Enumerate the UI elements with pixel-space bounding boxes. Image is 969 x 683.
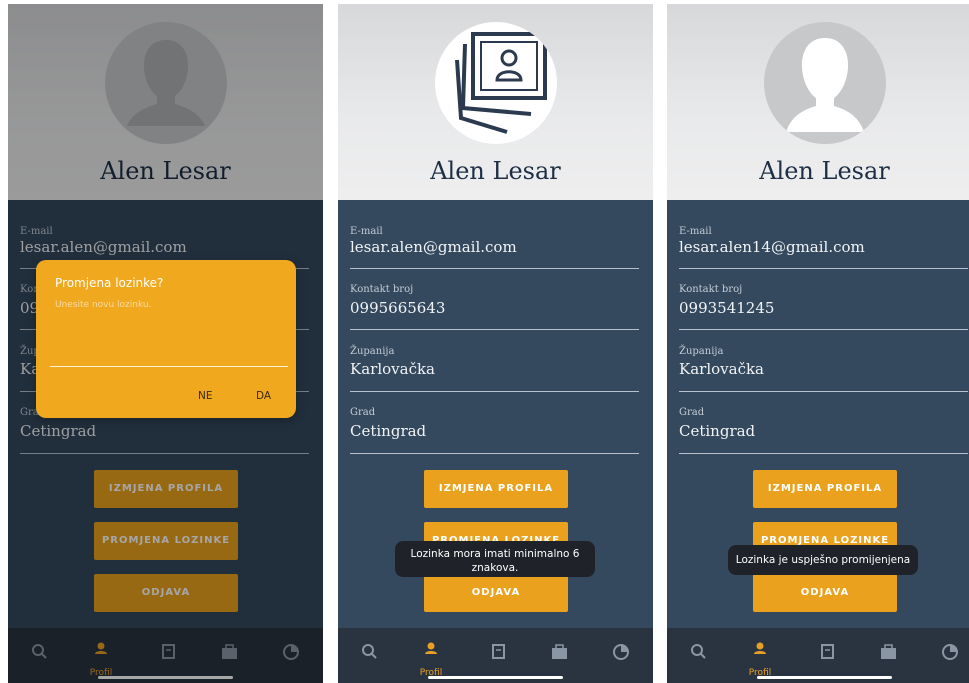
email-value: lesar.alen14@gmail.com (679, 238, 865, 256)
toast-message: Lozinka mora imati minimalno 6 znakova. (395, 541, 595, 577)
change-password-dialog: Promjena lozinke? Unesite novu lozinku. … (36, 260, 296, 418)
nav-jobs[interactable] (873, 640, 903, 664)
phone-screen-3: Alen Lesar E-mail lesar.alen14@gmail.com… (667, 4, 969, 683)
phone-label: Kontakt broj (679, 284, 743, 295)
phone-value: 0995665643 (350, 299, 446, 317)
pie-chart-icon (613, 644, 629, 660)
nav-search[interactable] (684, 640, 714, 664)
briefcase-icon (881, 644, 896, 659)
input-underline (50, 366, 288, 367)
county-value: Karlovačka (679, 360, 764, 378)
dialog-no-button[interactable]: NE (198, 390, 213, 402)
toast-line-2: znakova. (471, 562, 519, 574)
nav-documents[interactable] (483, 640, 513, 664)
search-icon (362, 644, 377, 659)
search-icon (691, 644, 706, 659)
person-icon (754, 642, 766, 654)
photo-gallery-icon (454, 32, 547, 134)
bottom-nav: Profil (667, 628, 969, 683)
county-label: Županija (350, 346, 395, 357)
city-value: Cetingrad (679, 422, 756, 440)
profile-name: Alen Lesar (759, 157, 890, 185)
email-label: E-mail (350, 226, 383, 237)
nav-jobs[interactable] (544, 640, 574, 664)
county-value: Karlovačka (350, 360, 435, 378)
divider (679, 329, 968, 330)
city-value: Cetingrad (350, 422, 427, 440)
profile-name: Alen Lesar (430, 157, 561, 185)
nav-search[interactable] (355, 640, 385, 664)
dialog-yes-button[interactable]: DA (256, 390, 271, 402)
documents-icon (492, 644, 505, 659)
city-label: Grad (350, 407, 376, 418)
phone-screen-1: Alen Lesar E-mail lesar.alen@gmail.com K… (8, 4, 323, 683)
avatar[interactable] (434, 22, 557, 144)
nav-stats[interactable] (935, 640, 965, 664)
briefcase-icon (552, 644, 567, 659)
avatar[interactable] (763, 22, 886, 144)
county-label: Županija (679, 346, 724, 357)
logout-button[interactable]: ODJAVA (424, 574, 568, 612)
divider (350, 268, 639, 269)
profile-header: Alen Lesar (667, 4, 969, 200)
divider (679, 391, 968, 392)
nav-profile[interactable]: Profil (416, 640, 446, 678)
edit-profile-button[interactable]: IZMJENA PROFILA (753, 470, 897, 508)
phone-screen-2: Alen Lesar E-mail lesar.alen@gmail.com K… (338, 4, 653, 683)
email-label: E-mail (679, 226, 712, 237)
divider (679, 268, 968, 269)
divider (350, 453, 639, 454)
email-value: lesar.alen@gmail.com (350, 238, 517, 256)
phone-value: 0993541245 (679, 299, 775, 317)
edit-profile-button[interactable]: IZMJENA PROFILA (424, 470, 568, 508)
pie-chart-icon (942, 644, 958, 660)
bottom-nav: Profil (338, 628, 653, 683)
divider (679, 453, 968, 454)
city-label: Grad (679, 407, 705, 418)
dialog-title: Promjena lozinke? (55, 276, 164, 290)
person-icon (425, 642, 437, 654)
nav-stats[interactable] (606, 640, 636, 664)
logout-button[interactable]: ODJAVA (753, 574, 897, 612)
person-silhouette-icon (785, 38, 864, 132)
toast-line-1: Lozinka mora imati minimalno 6 (410, 548, 580, 560)
nav-profile[interactable]: Profil (745, 640, 775, 678)
toast-message: Lozinka je uspješno promijenjena (728, 545, 918, 575)
nav-documents[interactable] (812, 640, 842, 664)
home-indicator (757, 676, 892, 679)
divider (350, 391, 639, 392)
divider (350, 329, 639, 330)
new-password-input[interactable]: Unesite novu lozinku. (55, 300, 151, 310)
phone-label: Kontakt broj (350, 284, 414, 295)
home-indicator (428, 676, 563, 679)
profile-header: Alen Lesar (338, 4, 653, 200)
documents-icon (821, 644, 834, 659)
